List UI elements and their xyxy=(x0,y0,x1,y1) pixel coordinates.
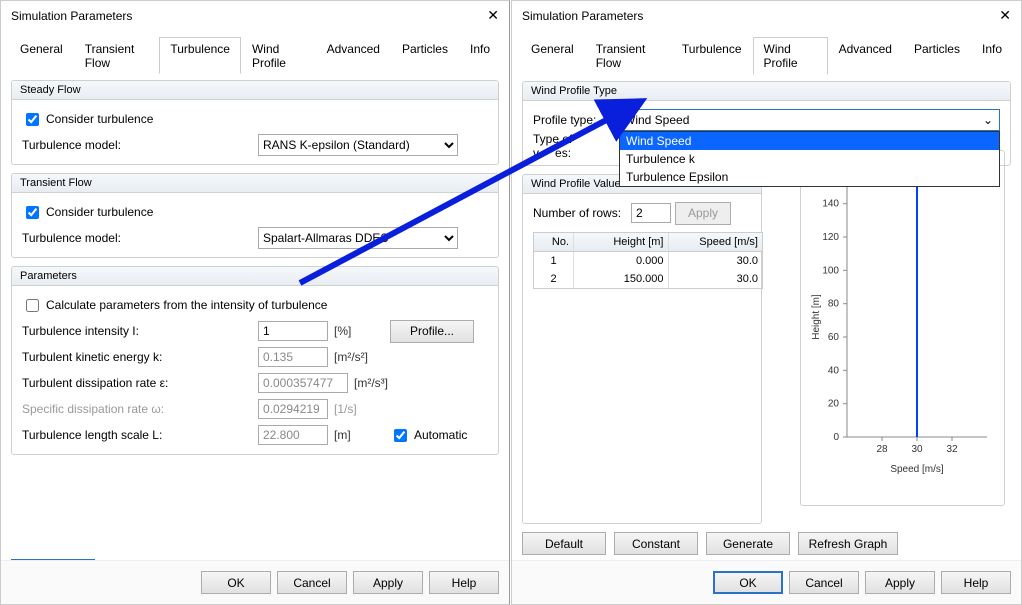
group-title: Steady Flow xyxy=(12,81,498,100)
refresh-graph-button[interactable]: Refresh Graph xyxy=(798,532,898,555)
tab-advanced[interactable]: Advanced xyxy=(828,37,903,75)
tab-info[interactable]: Info xyxy=(971,37,1013,75)
svg-text:20: 20 xyxy=(828,399,840,410)
constant-button[interactable]: Constant xyxy=(614,532,698,555)
tab-transient-flow[interactable]: Transient Flow xyxy=(74,37,160,74)
tab-turbulence[interactable]: Turbulence xyxy=(159,37,241,74)
unit: [m²/s²] xyxy=(334,350,384,364)
svg-text:60: 60 xyxy=(828,332,840,343)
unit: [m²/s³] xyxy=(354,376,404,390)
tab-wind-profile[interactable]: Wind Profile xyxy=(753,37,828,75)
svg-text:Height [m]: Height [m] xyxy=(811,294,822,340)
group-transient-flow: Transient Flow Consider turbulence Turbu… xyxy=(11,173,499,258)
tab-info[interactable]: Info xyxy=(459,37,501,74)
turbulence-model-label: Turbulence model: xyxy=(22,231,252,245)
tab-advanced[interactable]: Advanced xyxy=(316,37,391,74)
apply-button[interactable]: Apply xyxy=(353,571,423,594)
unit: [m] xyxy=(334,428,384,442)
col-no: No. xyxy=(534,233,574,251)
chart-panel: Wind Speed 0 20 40 60 80 100 120 140 28 … xyxy=(800,150,1005,506)
chevron-down-icon: ⌄ xyxy=(981,113,995,127)
group-steady-flow: Steady Flow Consider turbulence Turbulen… xyxy=(11,80,499,165)
default-button[interactable]: Default xyxy=(522,532,606,555)
intensity-label: Turbulence intensity I: xyxy=(22,324,252,338)
dialog-title: Simulation Parameters xyxy=(522,9,643,23)
tab-general[interactable]: General xyxy=(520,37,585,75)
eps-field[interactable] xyxy=(258,373,348,393)
close-icon[interactable]: ✕ xyxy=(999,7,1011,24)
svg-text:30: 30 xyxy=(911,444,923,455)
intensity-field[interactable] xyxy=(258,321,328,341)
dialog-turbulence: Simulation Parameters ✕ General Transien… xyxy=(0,0,510,605)
svg-text:Speed [m/s]: Speed [m/s] xyxy=(890,464,944,475)
svg-text:120: 120 xyxy=(822,232,839,243)
length-field[interactable] xyxy=(258,425,328,445)
cancel-button[interactable]: Cancel xyxy=(789,571,859,594)
omega-field xyxy=(258,399,328,419)
svg-text:140: 140 xyxy=(822,199,839,210)
close-icon[interactable]: ✕ xyxy=(487,7,499,24)
col-speed: Speed [m/s] xyxy=(669,233,763,251)
combo-option-wind-speed[interactable]: Wind Speed xyxy=(620,132,999,150)
svg-text:100: 100 xyxy=(822,265,839,276)
tab-particles[interactable]: Particles xyxy=(391,37,459,74)
automatic-checkbox[interactable]: Automatic xyxy=(390,426,467,445)
apply-rows-button[interactable]: Apply xyxy=(675,202,731,225)
group-wind-profile-type: Wind Profile Type Profile type: Wind Spe… xyxy=(522,81,1011,166)
svg-text:80: 80 xyxy=(828,299,840,310)
profile-table[interactable]: No. Height [m] Speed [m/s] 1 0.000 30.0 … xyxy=(533,232,763,289)
unit: [1/s] xyxy=(334,402,384,416)
svg-text:0: 0 xyxy=(833,432,839,443)
type-values-label: Type of values: xyxy=(533,132,613,160)
col-height: Height [m] xyxy=(574,233,669,251)
unit: [%] xyxy=(334,324,384,338)
group-wind-profile-values: Wind Profile Values Number of rows: Appl… xyxy=(522,174,762,524)
k-label: Turbulent kinetic energy k: xyxy=(22,350,252,364)
combo-option-turb-eps[interactable]: Turbulence Epsilon xyxy=(620,168,999,186)
omega-label: Specific dissipation rate ω: xyxy=(22,402,252,416)
k-field[interactable] xyxy=(258,347,328,367)
profile-type-label: Profile type: xyxy=(533,113,613,127)
help-button[interactable]: Help xyxy=(429,571,499,594)
eps-label: Turbulent dissipation rate ε: xyxy=(22,376,252,390)
tab-bar-left: General Transient Flow Turbulence Wind P… xyxy=(9,30,501,74)
generate-button[interactable]: Generate xyxy=(706,532,790,555)
num-rows-field[interactable] xyxy=(631,203,671,223)
table-row: 1 0.000 30.0 xyxy=(534,252,762,270)
ok-button[interactable]: OK xyxy=(201,571,271,594)
tab-turbulence[interactable]: Turbulence xyxy=(671,37,753,75)
profile-type-dropdown-list: Wind Speed Turbulence k Turbulence Epsil… xyxy=(619,131,1000,187)
turbulence-model-select[interactable]: RANS K-epsilon (Standard) xyxy=(258,134,458,156)
svg-text:32: 32 xyxy=(946,444,958,455)
apply-button[interactable]: Apply xyxy=(865,571,935,594)
calc-from-intensity-checkbox[interactable]: Calculate parameters from the intensity … xyxy=(22,296,327,315)
turbulence-model-transient-select[interactable]: Spalart-Allmaras DDES xyxy=(258,227,458,249)
group-title: Parameters xyxy=(12,267,498,286)
turbulence-model-label: Turbulence model: xyxy=(22,138,252,152)
help-button[interactable]: Help xyxy=(941,571,1011,594)
tab-particles[interactable]: Particles xyxy=(903,37,971,75)
tab-wind-profile[interactable]: Wind Profile xyxy=(241,37,316,74)
cancel-button[interactable]: Cancel xyxy=(277,571,347,594)
tab-general[interactable]: General xyxy=(9,37,74,74)
group-parameters: Parameters Calculate parameters from the… xyxy=(11,266,499,455)
length-label: Turbulence length scale L: xyxy=(22,428,252,442)
consider-turbulence-checkbox[interactable]: Consider turbulence xyxy=(22,203,153,222)
group-title: Wind Profile Type xyxy=(523,82,1010,101)
svg-text:28: 28 xyxy=(876,444,888,455)
tab-bar-right: General Transient Flow Turbulence Wind P… xyxy=(520,30,1013,75)
dialog-title: Simulation Parameters xyxy=(11,9,132,23)
table-row: 2 150.000 30.0 xyxy=(534,270,762,288)
num-rows-label: Number of rows: xyxy=(533,206,627,220)
combo-option-turb-k[interactable]: Turbulence k xyxy=(620,150,999,168)
svg-text:40: 40 xyxy=(828,365,840,376)
ok-button[interactable]: OK xyxy=(713,571,783,594)
group-title: Transient Flow xyxy=(12,174,498,193)
profile-type-combo[interactable]: Wind Speed ⌄ Wind Speed Turbulence k Tur… xyxy=(619,109,1000,131)
chart-svg: 0 20 40 60 80 100 120 140 28 30 32 Heigh… xyxy=(807,177,997,477)
tab-transient-flow[interactable]: Transient Flow xyxy=(585,37,671,75)
profile-button[interactable]: Profile... xyxy=(390,320,474,343)
consider-turbulence-checkbox[interactable]: Consider turbulence xyxy=(22,110,153,129)
